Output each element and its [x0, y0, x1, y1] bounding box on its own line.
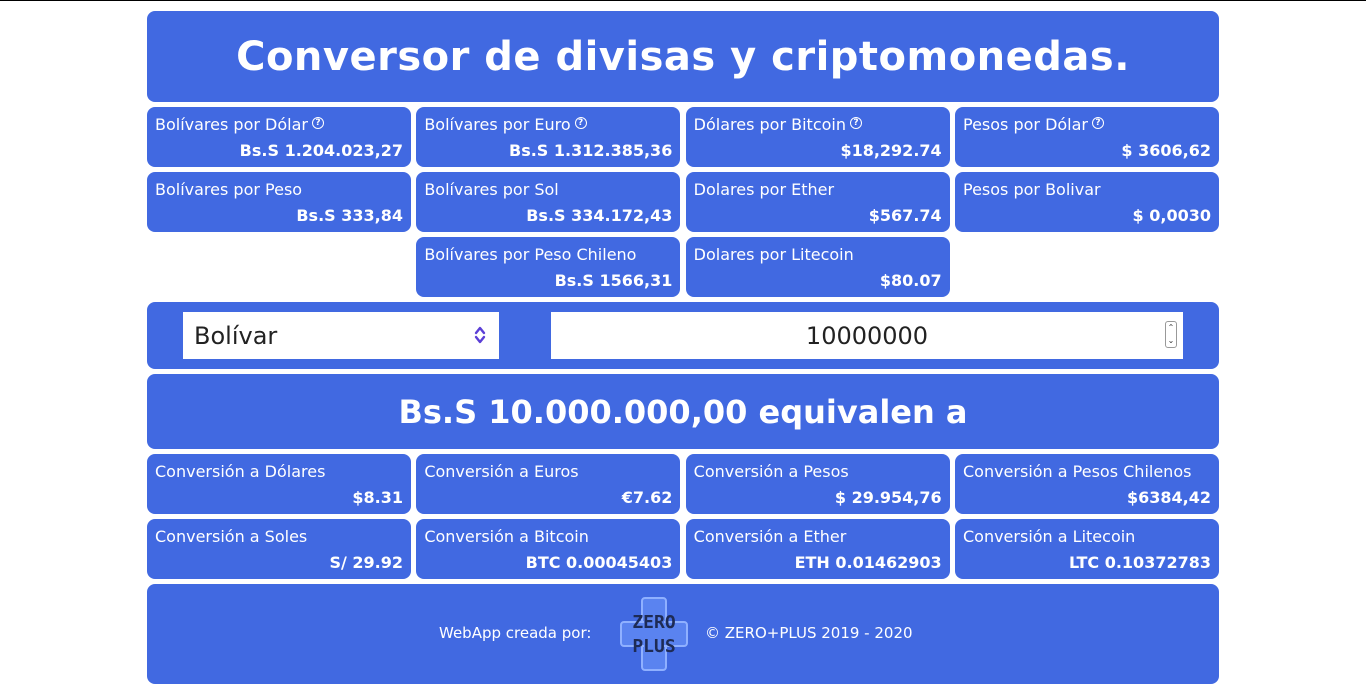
currency-select-value: Bolívar — [194, 321, 278, 350]
rate-card-usd-btc: Dólares por Bitcoin? $18,292.74 — [685, 107, 950, 167]
conversion-value: $8.31 — [352, 488, 403, 507]
conversion-value: ETH 0.01462903 — [794, 553, 942, 572]
rate-label: Bolívares por Dólar — [155, 115, 308, 134]
conversion-value: BTC 0.00045403 — [525, 553, 673, 572]
conversion-label: Conversión a Dólares — [155, 462, 326, 481]
conversion-card-usd: Conversión a Dólares $8.31 — [147, 454, 411, 514]
rate-card-bs-eur: Bolívares por Euro? Bs.S 1.312.385,36 — [416, 107, 681, 167]
question-circle-icon[interactable]: ? — [311, 117, 324, 129]
rate-value: $ 3606,62 — [1121, 141, 1211, 160]
rate-label: Dolares por Litecoin — [693, 245, 854, 264]
conversion-value: S/ 29.92 — [329, 553, 403, 572]
conversion-card-eth: Conversión a Ether ETH 0.01462903 — [685, 519, 950, 579]
zero-plus-logo[interactable]: ZERO PLUS — [619, 596, 689, 672]
conversion-card-cop: Conversión a Pesos $ 29.954,76 — [685, 454, 950, 514]
rate-value: Bs.S 334.172,43 — [526, 206, 673, 225]
footer: WebApp creada por: ZERO PLUS © ZERO+PLUS… — [147, 584, 1219, 684]
result-headline: Bs.S 10.000.000,00 equivalen a — [398, 392, 968, 431]
conversion-card-clp: Conversión a Pesos Chilenos $6384,42 — [954, 454, 1219, 514]
amount-stepper[interactable]: ⌃ ⌄ — [1165, 321, 1177, 348]
rate-label: Pesos por Bolivar — [962, 180, 1101, 199]
rate-label: Dolares por Ether — [693, 180, 835, 199]
footer-copyright: © ZERO+PLUS 2019 - 2020 — [705, 624, 913, 642]
rate-value: Bs.S 1566,31 — [554, 271, 673, 290]
rate-card-bs-pen: Bolívares por Sol Bs.S 334.172,43 — [416, 172, 681, 232]
rate-label: Bolívares por Peso — [155, 180, 303, 199]
conversion-label: Conversión a Euros — [424, 462, 579, 481]
conversion-value: $ 29.954,76 — [834, 488, 942, 507]
amount-input-value: 10000000 — [805, 321, 929, 350]
conversion-card-ltc: Conversión a Litecoin LTC 0.10372783 — [954, 519, 1219, 579]
rate-value: Bs.S 1.312.385,36 — [509, 141, 673, 160]
converter-panel: Bolívar 10000000 ⌃ ⌄ — [147, 302, 1219, 369]
rate-label: Pesos por Dólar — [962, 115, 1088, 134]
rate-card-usd-ltc: Dolares por Litecoin $80.07 — [685, 237, 950, 297]
conversion-card-eur: Conversión a Euros €7.62 — [416, 454, 681, 514]
chevron-updown-icon — [474, 326, 486, 344]
grid-spacer — [955, 237, 1219, 297]
rate-value: $80.07 — [879, 271, 942, 290]
page-title-panel: Conversor de divisas y criptomonedas. — [147, 11, 1219, 102]
question-circle-icon[interactable]: ? — [849, 117, 862, 129]
rate-card-cop-usd: Pesos por Dólar? $ 3606,62 — [954, 107, 1219, 167]
rate-card-bs-usd: Bolívares por Dólar? Bs.S 1.204.023,27 — [147, 107, 411, 167]
top-border — [0, 0, 1366, 1]
rate-value: Bs.S 1.204.023,27 — [239, 141, 403, 160]
conversion-value: $6384,42 — [1126, 488, 1211, 507]
conversion-value: €7.62 — [621, 488, 673, 507]
conversion-label: Conversión a Ether — [693, 527, 847, 546]
rate-value: $ 0,0030 — [1132, 206, 1211, 225]
rate-value: $18,292.74 — [840, 141, 942, 160]
rate-card-usd-eth: Dolares por Ether $567.74 — [685, 172, 950, 232]
currency-select[interactable]: Bolívar — [183, 312, 499, 359]
amount-input[interactable]: 10000000 ⌃ ⌄ — [551, 312, 1183, 359]
logo-line-2: PLUS — [632, 636, 675, 657]
conversion-label: Conversión a Litecoin — [962, 527, 1136, 546]
stepper-down-icon[interactable]: ⌄ — [1168, 336, 1175, 345]
conversion-label: Conversión a Pesos Chilenos — [962, 462, 1192, 481]
question-circle-icon[interactable]: ? — [574, 117, 587, 129]
conversion-label: Conversión a Pesos — [693, 462, 849, 481]
grid-spacer — [147, 237, 411, 297]
stepper-up-icon[interactable]: ⌃ — [1168, 324, 1175, 332]
rate-value: $567.74 — [868, 206, 942, 225]
app-container: Conversor de divisas y criptomonedas. Bo… — [147, 11, 1219, 684]
conversion-card-pen: Conversión a Soles S/ 29.92 — [147, 519, 411, 579]
rate-card-bs-clp: Bolívares por Peso Chileno Bs.S 1566,31 — [416, 237, 681, 297]
footer-created-by: WebApp creada por: — [439, 624, 592, 642]
conversion-label: Conversión a Soles — [155, 527, 308, 546]
rate-label: Bolívares por Sol — [424, 180, 559, 199]
logo-line-1: ZERO — [632, 612, 676, 633]
rate-label: Bolívares por Peso Chileno — [424, 245, 637, 264]
page-title: Conversor de divisas y criptomonedas. — [236, 33, 1130, 80]
conversion-label: Conversión a Bitcoin — [424, 527, 589, 546]
rate-card-cop-bs: Pesos por Bolivar $ 0,0030 — [954, 172, 1219, 232]
rates-grid: Bolívares por Dólar? Bs.S 1.204.023,27 B… — [147, 107, 1219, 297]
rate-card-bs-cop: Bolívares por Peso Bs.S 333,84 — [147, 172, 411, 232]
conversions-grid: Conversión a Dólares $8.31 Conversión a … — [147, 454, 1219, 579]
result-panel: Bs.S 10.000.000,00 equivalen a — [147, 374, 1219, 449]
conversion-value: LTC 0.10372783 — [1068, 553, 1211, 572]
rate-label: Bolívares por Euro — [424, 115, 571, 134]
rate-label: Dólares por Bitcoin — [693, 115, 846, 134]
question-circle-icon[interactable]: ? — [1092, 117, 1104, 129]
conversion-card-btc: Conversión a Bitcoin BTC 0.00045403 — [416, 519, 681, 579]
rate-value: Bs.S 333,84 — [296, 206, 403, 225]
